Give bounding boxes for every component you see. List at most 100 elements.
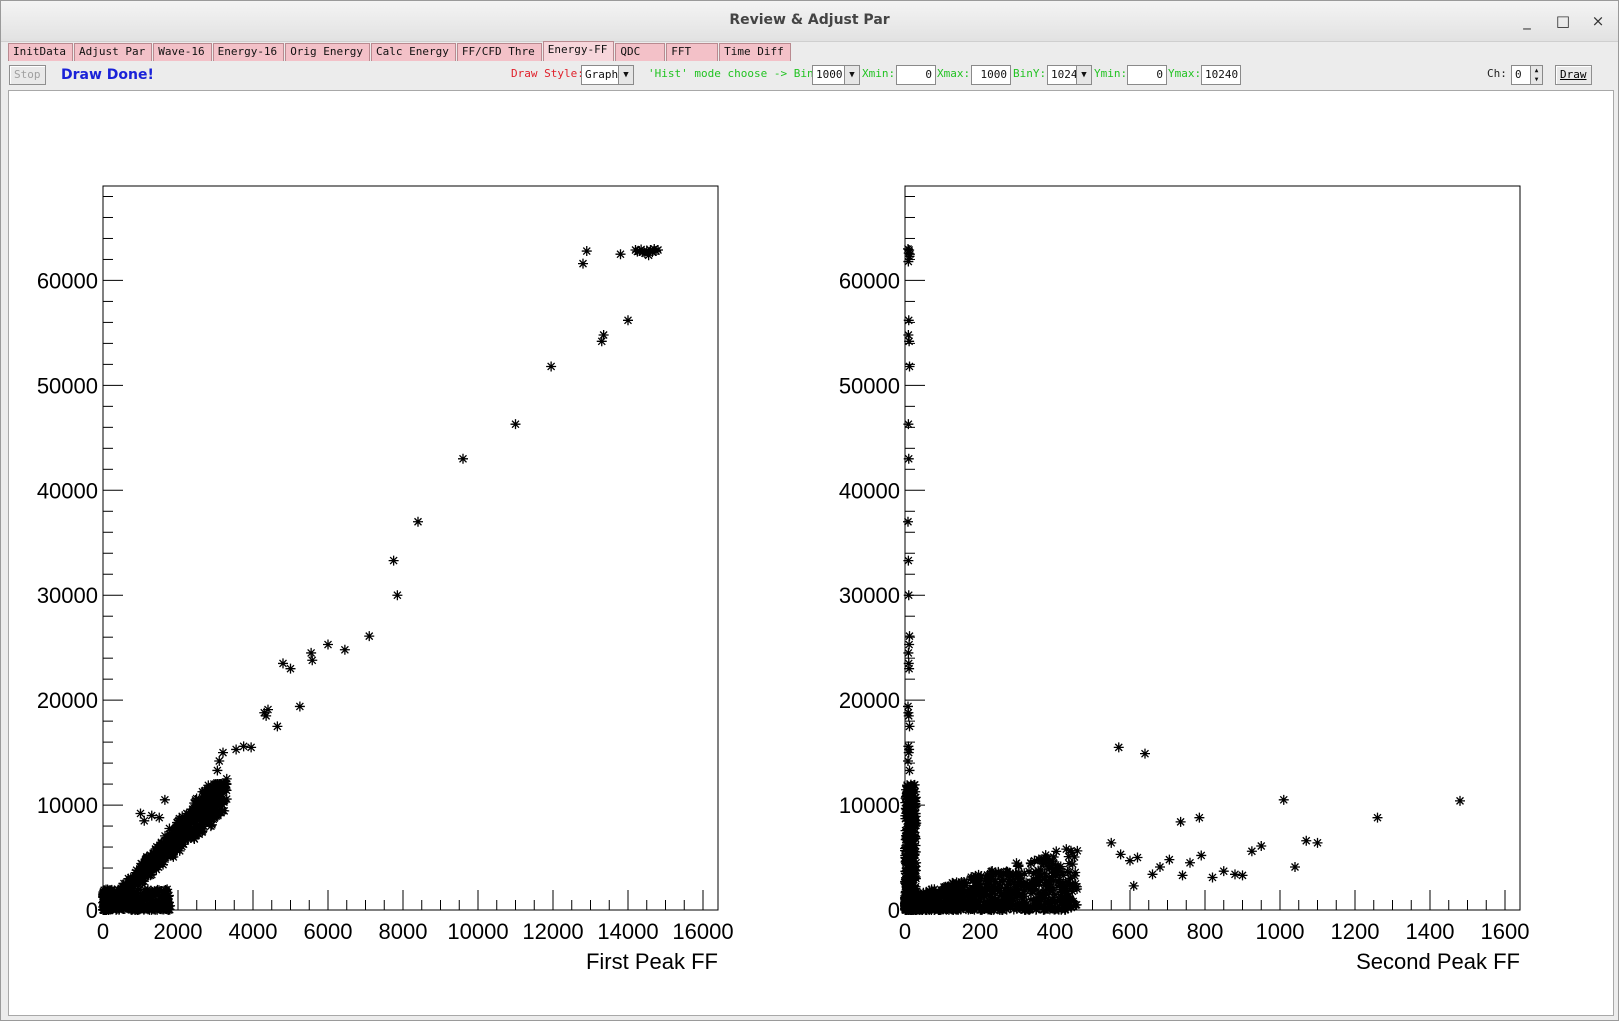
- maximize-icon[interactable]: □: [1552, 10, 1574, 32]
- data-point-dense: [970, 876, 981, 887]
- data-point: [214, 756, 225, 767]
- chevron-down-icon[interactable]: ▼: [1076, 66, 1091, 84]
- data-point-dense: [1034, 886, 1045, 897]
- data-point: [1230, 869, 1240, 880]
- x-axis-label: First Peak FF: [586, 949, 718, 974]
- data-point: [278, 658, 288, 669]
- xmin-input[interactable]: 0: [896, 65, 936, 85]
- data-point: [1455, 795, 1465, 806]
- data-point: [623, 315, 633, 326]
- channel-value: 0: [1515, 68, 1522, 81]
- data-point-dense: [200, 786, 211, 797]
- data-point: [392, 590, 403, 601]
- data-point: [154, 812, 165, 823]
- tab-ff-cfd-thre[interactable]: FF/CFD Thre: [456, 43, 542, 61]
- x-tick-label: 10000: [447, 919, 508, 944]
- draw-style-select[interactable]: Graph ▼: [581, 65, 634, 85]
- data-point-dense: [208, 779, 219, 790]
- data-point-dense: [1014, 868, 1025, 879]
- data-point: [546, 361, 557, 372]
- data-point: [272, 721, 283, 732]
- spinner-arrows-icon[interactable]: ▲ ▼: [1530, 66, 1542, 84]
- data-point-dense: [172, 817, 183, 828]
- x-tick-label: 600: [1112, 919, 1149, 944]
- data-point: [285, 663, 296, 674]
- draw-style-label: Draw Style:: [511, 67, 584, 80]
- y-tick-label: 10000: [37, 793, 98, 818]
- data-point: [364, 631, 375, 642]
- tab-energy-16[interactable]: Energy-16: [212, 43, 285, 61]
- x-tick-label: 1200: [1331, 919, 1380, 944]
- data-point: [1147, 869, 1158, 880]
- tab-initdata[interactable]: InitData: [8, 43, 73, 61]
- xmax-input[interactable]: 1000: [971, 65, 1011, 85]
- data-point-dense: [903, 827, 914, 838]
- chevron-down-icon[interactable]: ▼: [618, 66, 633, 84]
- binx-value: 1000: [816, 68, 843, 81]
- tab-wave-16[interactable]: Wave-16: [153, 43, 212, 61]
- x-tick-label: 1600: [1481, 919, 1530, 944]
- channel-spinner[interactable]: 0 ▲ ▼: [1511, 65, 1543, 85]
- title-bar[interactable]: Review & Adjust Par _ □ ×: [1, 1, 1618, 42]
- plot-canvas[interactable]: 0 2000 4000 6000 8000 10000 12000 14000 16000 0 10…: [8, 90, 1614, 1016]
- data-point: [578, 258, 588, 269]
- y-tick-label: 20000: [37, 688, 98, 713]
- data-point-dense: [983, 901, 994, 912]
- biny-value: 1024: [1051, 68, 1078, 81]
- x-tick-label: 6000: [304, 919, 353, 944]
- data-point-dense: [1047, 886, 1058, 897]
- data-point: [139, 815, 150, 826]
- x-tick-label: 14000: [597, 919, 658, 944]
- data-point: [306, 647, 317, 658]
- draw-button[interactable]: Draw: [1555, 65, 1592, 85]
- minimize-icon[interactable]: _: [1516, 10, 1538, 32]
- data-point-dense: [992, 882, 1003, 893]
- data-point: [1196, 850, 1207, 861]
- ymin-input[interactable]: 0: [1127, 65, 1167, 85]
- x-tick-label: 16000: [672, 919, 733, 944]
- data-point-dense: [153, 851, 164, 862]
- data-point-dense: [1026, 858, 1037, 869]
- data-point-dense: [1067, 859, 1078, 870]
- data-point-dense: [130, 901, 141, 912]
- data-point-dense: [1008, 904, 1019, 915]
- data-point-dense: [1039, 854, 1050, 865]
- data-point: [1218, 866, 1229, 877]
- ymax-input[interactable]: 10240: [1201, 65, 1241, 85]
- data-point: [903, 256, 914, 267]
- y-tick-label: 0: [888, 898, 900, 923]
- data-point: [1113, 742, 1124, 753]
- data-point-dense: [149, 901, 160, 912]
- data-point-dense: [910, 865, 921, 876]
- stop-button[interactable]: Stop: [9, 65, 46, 85]
- tab-energy-ff[interactable]: Energy-FF: [542, 41, 615, 61]
- y-tick-label: 60000: [37, 268, 98, 293]
- data-point: [1207, 872, 1218, 883]
- y-tick-label: 40000: [37, 478, 98, 503]
- data-point: [903, 315, 914, 326]
- biny-select[interactable]: 1024 ▼: [1047, 65, 1092, 85]
- data-point: [903, 756, 913, 767]
- data-point: [216, 781, 227, 792]
- data-point: [339, 644, 350, 655]
- close-icon[interactable]: ×: [1587, 10, 1609, 32]
- data-point-dense: [1013, 880, 1024, 891]
- tab-adjust-par[interactable]: Adjust Par: [73, 43, 153, 61]
- x-tick-label: 1400: [1406, 919, 1455, 944]
- data-point: [159, 794, 170, 805]
- data-point-dense: [144, 856, 155, 867]
- tab-orig-energy[interactable]: Orig Energy: [285, 43, 371, 61]
- data-point-dense: [1034, 867, 1045, 878]
- data-point-dense: [190, 801, 201, 812]
- tab-fft[interactable]: FFT: [666, 43, 719, 61]
- y-tick-label: 30000: [37, 583, 98, 608]
- x-tick-label: 4000: [229, 919, 278, 944]
- binx-select[interactable]: 1000 ▼: [812, 65, 860, 85]
- data-point-dense: [185, 819, 196, 830]
- tab-calc-energy[interactable]: Calc Energy: [371, 43, 456, 61]
- tab-qdc[interactable]: QDC: [615, 43, 666, 61]
- tab-time-diff[interactable]: Time Diff: [719, 43, 791, 61]
- data-point: [1372, 812, 1383, 823]
- data-point-dense: [980, 885, 991, 896]
- chevron-down-icon[interactable]: ▼: [844, 66, 859, 84]
